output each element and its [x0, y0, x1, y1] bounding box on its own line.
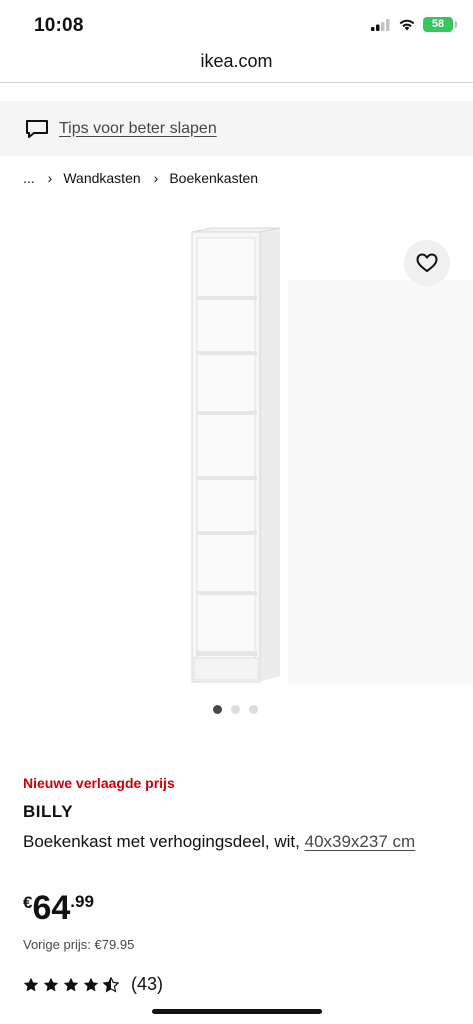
price-currency: €: [23, 893, 33, 912]
home-indicator: [152, 1009, 322, 1014]
product-rating[interactable]: (43): [23, 974, 163, 995]
signal-icon: [371, 18, 390, 31]
carousel-dot[interactable]: [231, 705, 240, 714]
star-icon: [83, 977, 99, 991]
tips-banner[interactable]: Tips voor beter slapen: [0, 101, 473, 156]
carousel-dot[interactable]: [249, 705, 258, 714]
price-reduced-label: Nieuwe verlaagde prijs: [23, 775, 175, 791]
breadcrumb-item-boekenkasten[interactable]: Boekenkasten: [169, 170, 258, 186]
rating-count: (43): [131, 974, 164, 994]
url-bar[interactable]: ikea.com: [0, 50, 473, 83]
product-description-text: Boekenkast met verhogingsdeel, wit,: [23, 832, 300, 851]
product-price: € 64 .99: [23, 888, 94, 928]
wifi-icon: [399, 19, 415, 31]
breadcrumb-item-wandkasten[interactable]: Wandkasten: [63, 170, 140, 186]
status-bar: 10:08 58: [0, 0, 473, 50]
price-decimal: .99: [70, 892, 94, 911]
breadcrumb: ... › Wandkasten › Boekenkasten: [23, 170, 258, 186]
product-name: BILLY: [23, 802, 74, 821]
star-half-icon: [103, 976, 119, 993]
breadcrumb-separator: ›: [153, 170, 159, 186]
favorite-button[interactable]: [404, 240, 450, 286]
url-text: ikea.com: [200, 51, 273, 71]
carousel-dots: [213, 705, 258, 714]
carousel-dot[interactable]: [213, 705, 222, 714]
previous-price: Vorige prijs: €79.95: [23, 937, 135, 952]
rating-stars: [23, 976, 119, 993]
tips-link[interactable]: Tips voor beter slapen: [59, 120, 217, 138]
product-image[interactable]: [190, 226, 282, 684]
image-backdrop: [288, 280, 473, 685]
price-integer: 64: [32, 889, 71, 927]
star-icon: [23, 977, 39, 991]
product-dimensions-link[interactable]: 40x39x237 cm: [305, 832, 416, 851]
chat-bubble-icon: [26, 119, 48, 138]
star-icon: [43, 977, 59, 991]
star-icon: [63, 977, 79, 991]
status-time: 10:08: [34, 15, 84, 36]
product-description: Boekenkast met verhogingsdeel, wit, 40x3…: [23, 828, 453, 855]
breadcrumb-ellipsis[interactable]: ...: [23, 170, 35, 186]
heart-icon: [416, 253, 438, 272]
battery-indicator: 58: [423, 17, 457, 32]
status-icons: 58: [371, 17, 457, 32]
breadcrumb-separator: ›: [47, 170, 53, 186]
